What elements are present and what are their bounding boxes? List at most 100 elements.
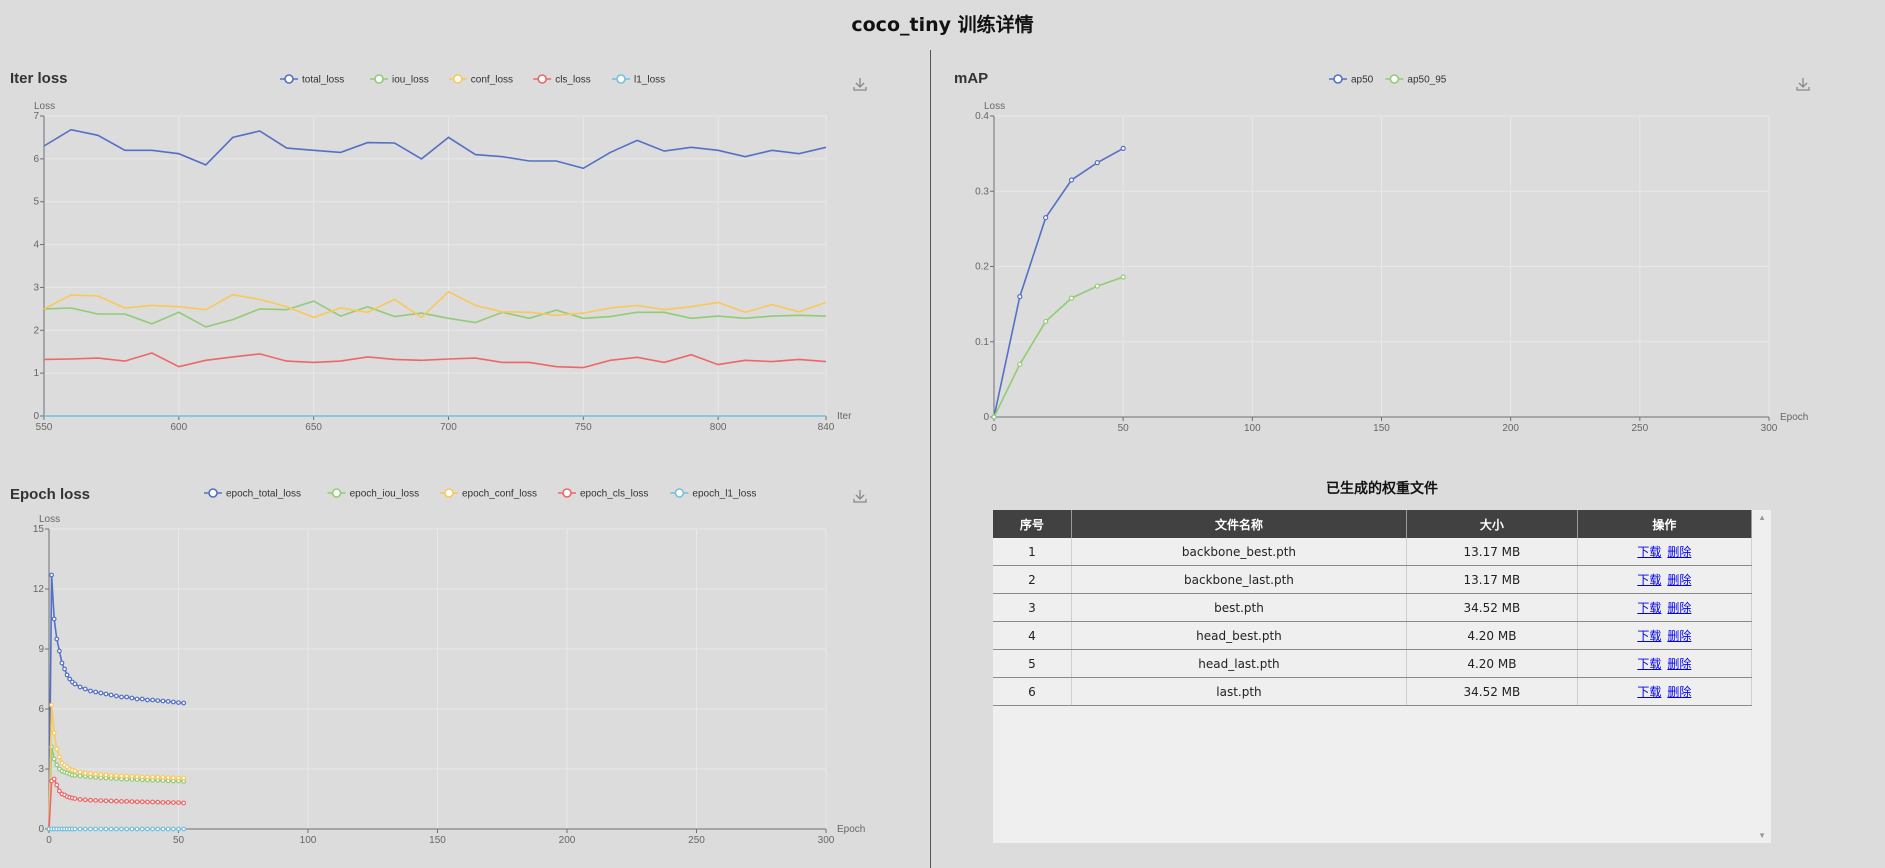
data-point	[160, 775, 166, 780]
data-point	[145, 697, 150, 703]
legend-marker	[1333, 74, 1343, 84]
download-link[interactable]: 下载	[1637, 573, 1661, 587]
delete-link[interactable]: 删除	[1667, 545, 1691, 559]
map-chart: 0 0.1 0.2 0.3 0.4 0 50 100 150 200 250 300 Loss Epoch…	[975, 74, 1808, 434]
data-point	[113, 773, 119, 779]
data-point	[72, 768, 78, 774]
data-point	[129, 799, 135, 805]
download-link[interactable]: 下载	[1637, 601, 1661, 615]
data-point	[176, 826, 181, 832]
row-actions: 下载 删除	[1577, 677, 1753, 706]
data-point	[139, 696, 145, 702]
data-point	[51, 756, 57, 762]
data-point	[103, 691, 109, 697]
legend-label: epoch_conf_loss	[462, 489, 537, 500]
y-tick-label: 0.3	[975, 186, 989, 197]
data-point	[82, 826, 88, 832]
legend-label: conf_loss	[471, 75, 513, 86]
data-point	[54, 746, 60, 752]
download-link[interactable]: 下载	[1637, 545, 1661, 559]
row-index: 5	[993, 649, 1072, 678]
series-line-epoch_iou_loss	[48, 746, 184, 830]
download-link[interactable]: 下载	[1637, 629, 1661, 643]
data-point	[103, 772, 109, 778]
data-point	[93, 689, 99, 695]
data-point	[119, 799, 124, 804]
scroll-up-icon[interactable]: ▲	[1758, 513, 1766, 522]
data-point	[77, 773, 83, 779]
y-tick-label: 3	[38, 764, 44, 775]
data-point	[134, 826, 140, 832]
legend-item-conf_loss[interactable]: conf_loss	[448, 74, 513, 86]
data-point	[170, 800, 176, 806]
legend-item-l1_loss[interactable]: l1_loss	[612, 74, 665, 86]
download-link[interactable]: 下载	[1637, 657, 1661, 671]
data-point	[1043, 318, 1049, 325]
legend-label: total_loss	[302, 75, 344, 86]
scroll-down-icon[interactable]: ▼	[1758, 831, 1766, 840]
data-point	[59, 660, 65, 666]
data-point	[155, 826, 161, 832]
legend-label: cls_loss	[555, 75, 591, 86]
row-actions: 下载 删除	[1577, 649, 1753, 678]
column-header-index: 序号	[993, 510, 1072, 538]
data-point	[150, 697, 156, 703]
data-point	[88, 797, 93, 803]
legend-item-epoch_total_loss[interactable]: epoch_total_loss	[204, 488, 301, 500]
legend-item-ap50_95[interactable]: ap50_95	[1385, 74, 1447, 86]
series-line-ap50_95	[993, 276, 1124, 418]
legend-label: ap50	[1351, 75, 1374, 86]
data-point	[170, 699, 176, 705]
legend-marker	[537, 74, 548, 84]
row-file-name: best.pth	[1071, 593, 1408, 622]
data-point	[129, 774, 135, 779]
vertical-divider	[930, 50, 931, 868]
data-point	[1017, 294, 1023, 300]
delete-link[interactable]: 删除	[1667, 657, 1691, 671]
data-point	[113, 798, 119, 804]
table-row: 2 backbone_last.pth 13.17 MB 下载 删除	[993, 565, 1753, 594]
row-file-size: 4.20 MB	[1406, 621, 1578, 650]
x-tick-label: 200	[1502, 423, 1519, 434]
legend-label: epoch_iou_loss	[350, 489, 420, 500]
row-file-name: backbone_last.pth	[1071, 565, 1408, 594]
delete-link[interactable]: 删除	[1667, 685, 1691, 699]
data-point	[139, 799, 145, 805]
data-point	[176, 800, 181, 806]
files-table-container[interactable]: 序号 文件名称 大小 操作 1 backbone_best.pth 13.17 …	[993, 510, 1771, 843]
data-point	[160, 800, 166, 805]
row-file-size: 34.52 MB	[1406, 593, 1578, 622]
column-header-size: 大小	[1406, 510, 1578, 538]
y-tick-label: 6	[33, 154, 39, 165]
x-tick-label: 100	[300, 835, 317, 846]
data-point	[113, 693, 119, 699]
data-point	[150, 774, 156, 780]
legend-item-ap50[interactable]: ap50	[1329, 74, 1374, 86]
legend-item-epoch_l1_loss[interactable]: epoch_l1_loss	[670, 488, 756, 500]
delete-link[interactable]: 删除	[1667, 573, 1691, 587]
legend-item-epoch_conf_loss[interactable]: epoch_conf_loss	[440, 488, 537, 500]
x-tick-label: 300	[1761, 423, 1778, 434]
data-point	[134, 696, 140, 702]
legend-item-cls_loss[interactable]: cls_loss	[533, 74, 591, 86]
y-tick-label: 0.4	[975, 111, 989, 122]
legend-item-total_loss[interactable]: total_loss	[280, 74, 344, 86]
data-point	[1094, 160, 1100, 166]
legend-label: iou_loss	[392, 75, 429, 86]
legend-item-epoch_cls_loss[interactable]: epoch_cls_loss	[558, 488, 648, 500]
legend-item-epoch_iou_loss[interactable]: epoch_iou_loss	[327, 488, 420, 500]
data-point	[129, 695, 135, 701]
data-point	[56, 754, 62, 760]
data-point	[72, 773, 78, 778]
data-point	[98, 826, 104, 832]
legend-item-iou_loss[interactable]: iou_loss	[370, 74, 429, 86]
data-point	[124, 799, 130, 804]
row-index: 6	[993, 677, 1072, 706]
delete-link[interactable]: 删除	[1667, 629, 1691, 643]
delete-link[interactable]: 删除	[1667, 601, 1691, 615]
data-point	[160, 698, 166, 704]
data-point	[49, 572, 54, 578]
data-point	[150, 799, 156, 805]
data-point	[82, 797, 88, 803]
download-link[interactable]: 下载	[1637, 685, 1661, 699]
